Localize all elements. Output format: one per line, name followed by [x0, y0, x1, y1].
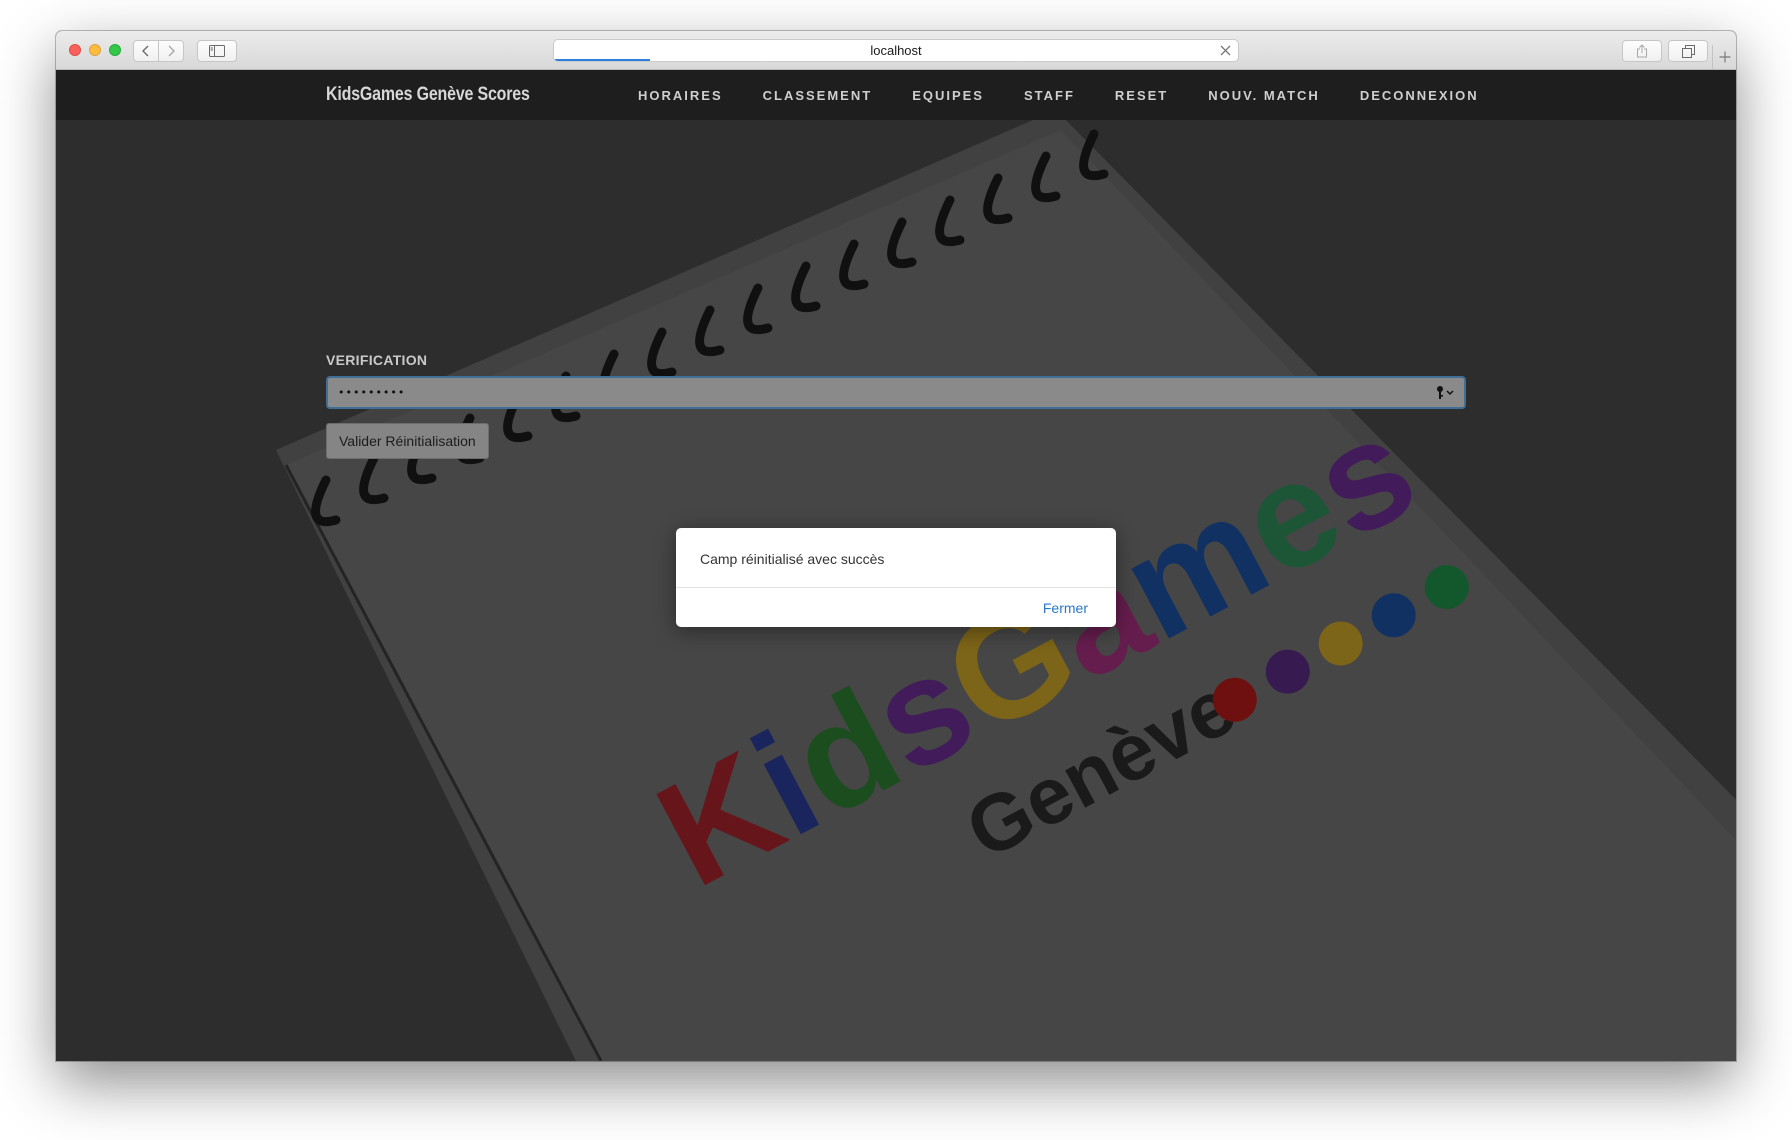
nav-classement[interactable]: CLASSEMENT: [763, 88, 873, 103]
new-tab-button[interactable]: [1712, 45, 1736, 69]
site-brand[interactable]: KidsGames Genève Scores: [326, 70, 530, 120]
dialog-close-button[interactable]: Fermer: [1043, 600, 1088, 616]
nav-equipes[interactable]: EQUIPES: [912, 88, 984, 103]
chevron-right-icon: [168, 45, 175, 57]
page-load-progress: [554, 59, 650, 61]
validate-reset-button[interactable]: Valider Réinitialisation: [326, 423, 489, 459]
plus-icon: [1719, 51, 1730, 63]
forward-button[interactable]: [158, 40, 184, 62]
stop-loading-button[interactable]: [1219, 44, 1232, 57]
dialog-message: Camp réinitialisé avec succès: [700, 551, 885, 567]
web-page: KidsGames Genève KidsGames Genève Scores…: [56, 70, 1736, 1061]
success-dialog: Camp réinitialisé avec succès Fermer: [676, 528, 1116, 627]
tabs-icon: [1681, 44, 1695, 58]
address-bar[interactable]: localhost: [553, 39, 1239, 62]
show-tabs-button[interactable]: [1668, 40, 1708, 62]
nav-logout[interactable]: DECONNEXION: [1360, 88, 1479, 103]
verification-label: VERIFICATION: [326, 352, 428, 368]
verification-input[interactable]: [338, 378, 1418, 407]
nav-reset[interactable]: RESET: [1115, 88, 1168, 103]
share-button[interactable]: [1622, 40, 1662, 62]
sidebar-icon: [209, 45, 225, 57]
reset-form: VERIFICATION Valider Réinitialisation: [326, 350, 1466, 459]
browser-toolbar: localhost: [56, 31, 1736, 70]
verification-field[interactable]: [326, 376, 1466, 409]
address-url: localhost: [870, 43, 922, 58]
minimize-window-button[interactable]: [89, 44, 101, 56]
nav-staff[interactable]: STAFF: [1024, 88, 1075, 103]
chevron-left-icon: [142, 45, 149, 57]
zoom-window-button[interactable]: [109, 44, 121, 56]
nav-new-match[interactable]: NOUV. MATCH: [1208, 88, 1320, 103]
close-window-button[interactable]: [69, 44, 81, 56]
nav-horaires[interactable]: HORAIRES: [638, 88, 723, 103]
share-icon: [1637, 44, 1647, 58]
nav-links: HORAIRES CLASSEMENT EQUIPES STAFF RESET …: [638, 70, 1479, 120]
browser-window: localhost KidsGmes Genève KidsGames Genè…: [56, 31, 1736, 1061]
back-button[interactable]: [133, 40, 159, 62]
sidebar-toggle-button[interactable]: [197, 40, 237, 62]
site-navbar: KidsGames Genève Scores HORAIRES CLASSEM…: [56, 70, 1736, 120]
dialog-divider: [676, 587, 1116, 588]
key-icon[interactable]: [1436, 385, 1454, 401]
close-icon: [1220, 45, 1231, 56]
